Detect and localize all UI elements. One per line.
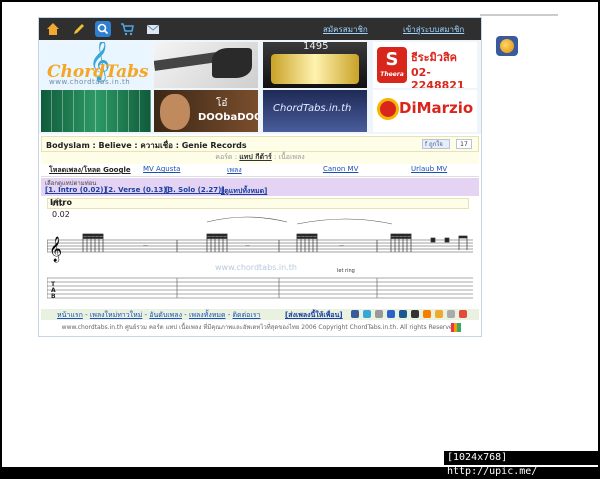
ad-drum-banner[interactable]: 1495 xyxy=(263,42,367,88)
logo-url: www.chordtabs.in.th xyxy=(49,78,131,86)
site-container: สมัครสมาชิก เข้าสู่ระบบสมาชิก 𝄞 ChordTab… xyxy=(38,17,482,337)
home-icon[interactable] xyxy=(45,21,61,37)
song-nav-row: โหลดเพลง/โหลด Google MV Agusta เพลง Cano… xyxy=(41,164,479,177)
rss-icon[interactable] xyxy=(435,310,443,318)
treble-clef-icon: 𝄞 xyxy=(49,236,62,262)
footer-link-home[interactable]: หน้าแรก xyxy=(57,311,83,319)
myspace-icon[interactable] xyxy=(411,310,419,318)
cart-icon[interactable] xyxy=(119,21,135,37)
footer-nav: หน้าแรก - เพลงใหม่ทาวใหม่ - อันดับเพลง -… xyxy=(41,309,479,320)
divider xyxy=(480,14,558,16)
part-selector: เลือกดูแทปตามท่อน [1. Intro (0.02)] [2. … xyxy=(41,178,479,196)
part-link-intro[interactable]: [1. Intro (0.02)] xyxy=(45,186,107,194)
mail-icon[interactable] xyxy=(145,21,161,37)
chord-breadcrumb: คอร์ด : แทป กีต้าร์ : เนื้อเพลง xyxy=(41,152,479,164)
share-song-link[interactable]: [ส่งเพลงนี้ให้เพื่อน] xyxy=(285,310,343,321)
theera-logo: S Theera xyxy=(377,47,407,83)
site-logo[interactable]: 𝄞 ChordTabs www.chordtabs.in.th xyxy=(41,42,151,88)
register-link[interactable]: สมัครสมาชิก xyxy=(323,23,368,36)
ad-green-guitar-banner[interactable] xyxy=(41,90,151,132)
facebook-like-button[interactable]: f ถูกใจ xyxy=(422,139,450,149)
dimarzio-logo-icon xyxy=(377,98,399,120)
copyright-text: www.chordtabs.in.th ศูนย์รวม คอร์ด แทป เ… xyxy=(61,324,459,331)
top-nav-bar: สมัครสมาชิก เข้าสู่ระบบสมาชิก xyxy=(39,18,481,40)
part-link-all[interactable]: [ดูแทปทั้งหมด] xyxy=(221,186,267,197)
tab-watermark: www.chordtabs.in.th xyxy=(215,263,297,272)
facebook-icon[interactable] xyxy=(351,310,359,318)
ad-stage-banner[interactable]: ChordTabs.in.th xyxy=(263,90,367,132)
ad-guitar-banner[interactable] xyxy=(154,42,258,88)
song-title-bar: Bodyslam : Believe : ความเชื่อ : Genie R… xyxy=(41,136,479,152)
nav-link-mv-agusta[interactable]: MV Agusta xyxy=(143,165,180,173)
like-count: 17 xyxy=(456,139,472,149)
stats-icon[interactable] xyxy=(451,323,461,332)
delicious-icon[interactable] xyxy=(387,310,395,318)
nav-link-canon-mv[interactable]: Canon MV xyxy=(323,165,358,173)
song-title: Bodyslam : Believe : ความเชื่อ : Genie R… xyxy=(46,141,247,150)
login-link[interactable]: เข้าสู่ระบบสมาชิก xyxy=(403,23,464,36)
svg-text:—: — xyxy=(143,243,148,249)
share-icon[interactable] xyxy=(375,310,383,318)
guitar-tab-staff: 𝄞 — — — let ring T A B www.chordtabs.in.… xyxy=(47,216,473,300)
svg-text:—: — xyxy=(339,243,344,249)
footer-link-all-songs[interactable]: เพลงทั้งหมด xyxy=(189,311,226,319)
browser-page: สมัครสมาชิก เข้าสู่ระบบสมาชิก 𝄞 ChordTab… xyxy=(2,2,598,467)
footer-link-new-songs[interactable]: เพลงใหม่ทาวใหม่ xyxy=(90,311,142,319)
nav-link-urlaub-mv[interactable]: Urlaub MV xyxy=(411,165,447,173)
part-link-verse[interactable]: [2. Verse (0.13)] xyxy=(105,186,170,194)
search-icon[interactable] xyxy=(95,21,111,37)
intro-header: Intro เริ่ม 0.02 xyxy=(47,198,469,219)
let-ring-annotation: let ring xyxy=(337,268,355,274)
theera-phone: 02-2248821 xyxy=(411,66,465,88)
pencil-icon[interactable] xyxy=(71,21,87,37)
chord-tab-link[interactable]: แทป กีต้าร์ xyxy=(239,153,271,161)
avatar-icon[interactable] xyxy=(496,36,518,56)
part-link-solo[interactable]: [3. Solo (2.27)] xyxy=(165,186,225,194)
ad-dimarzio-banner[interactable]: DiMarzio xyxy=(373,90,477,132)
more-share-icon[interactable] xyxy=(459,310,467,318)
nav-link-song[interactable]: เพลง xyxy=(227,165,242,176)
copyright-footer: www.chordtabs.in.th ศูนย์รวม คอร์ด แทป เ… xyxy=(41,322,479,334)
blogger-icon[interactable] xyxy=(423,310,431,318)
digg-icon[interactable] xyxy=(399,310,407,318)
footer-link-contact[interactable]: ติดต่อเรา xyxy=(233,311,261,319)
banner-grid: 𝄞 ChordTabs www.chordtabs.in.th 1495 S Th… xyxy=(39,40,481,134)
ad-doobadoo-banner[interactable]: โอ๋ DOObaDOO xyxy=(154,90,258,132)
svg-text:B: B xyxy=(51,293,56,300)
svg-text:—: — xyxy=(245,243,250,249)
footer-link-ranking[interactable]: อันดับเพลง xyxy=(149,311,182,319)
twitter-icon[interactable] xyxy=(363,310,371,318)
email-share-icon[interactable] xyxy=(447,310,455,318)
ad-theera-banner[interactable]: S Theera ธีระมิวสิค 02-2248821 xyxy=(373,42,477,88)
nav-link-google[interactable]: โหลดเพลง/โหลด Google xyxy=(49,165,131,176)
theera-name: ธีระมิวสิค xyxy=(411,51,458,64)
upic-watermark: [1024x768] http://upic.me/ xyxy=(444,451,600,477)
